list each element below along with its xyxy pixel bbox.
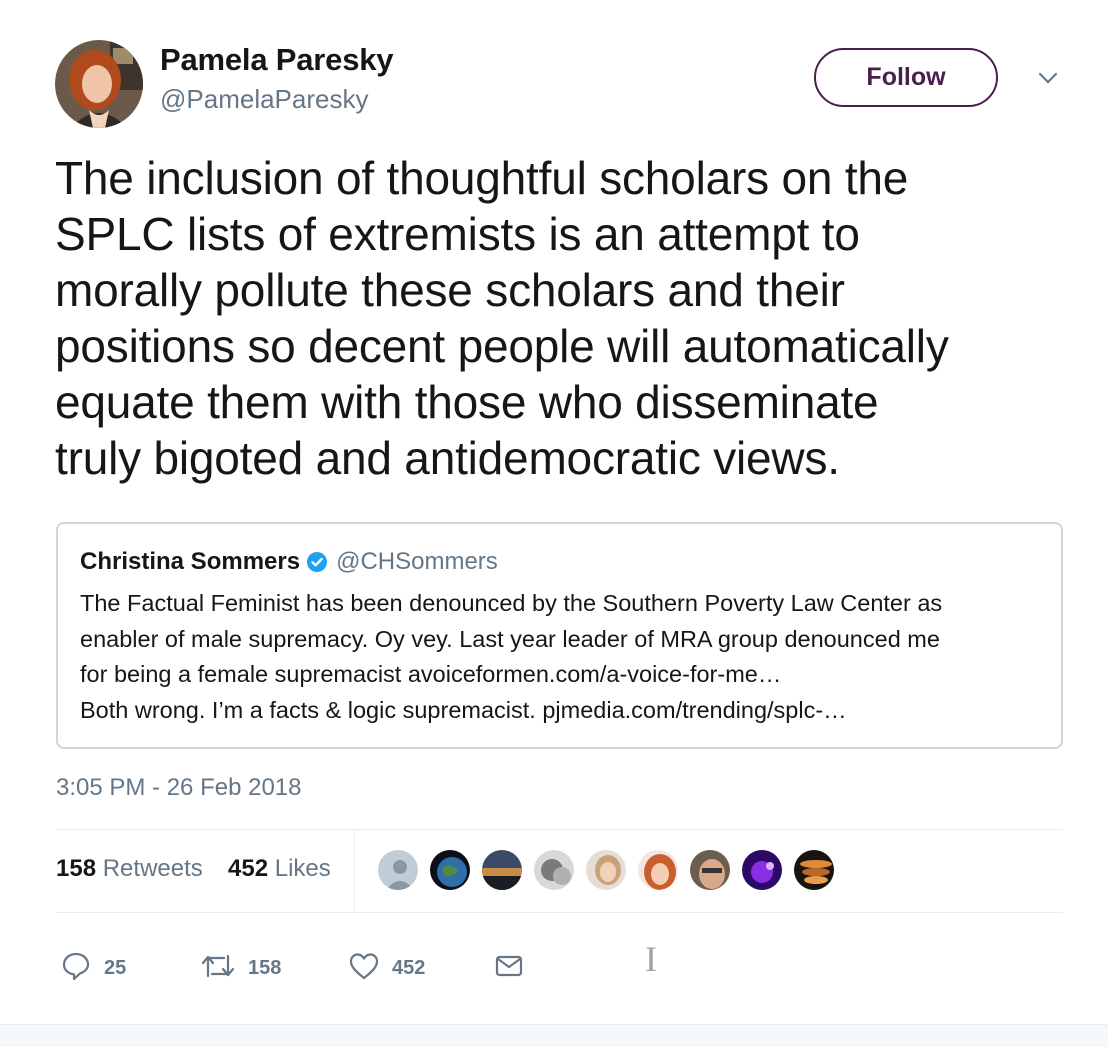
- quoted-author-name: Christina Sommers: [80, 548, 301, 575]
- mail-icon: [493, 950, 525, 987]
- likes-count: 452: [228, 855, 269, 882]
- stats-separator: [354, 830, 355, 912]
- quoted-text-line: The Factual Feminist has been denounced …: [80, 590, 943, 616]
- liker-avatar[interactable]: [636, 848, 680, 892]
- liker-avatar[interactable]: [376, 848, 420, 892]
- retweet-button[interactable]: 158: [200, 950, 281, 987]
- author-display-name[interactable]: Pamela Paresky: [160, 42, 394, 78]
- tweet-text: The inclusion of thoughtful scholars on …: [55, 150, 1085, 486]
- liker-avatar[interactable]: [584, 848, 628, 892]
- tweet-text-line: morally pollute these scholars and their: [55, 264, 845, 316]
- divider: [56, 829, 1063, 830]
- liker-avatar[interactable]: [688, 848, 732, 892]
- likes-label: Likes: [274, 855, 331, 882]
- quoted-tweet-header: Christina Sommers @CHSommers: [80, 548, 498, 576]
- tweet-text-line: truly bigoted and antidemocratic views.: [55, 432, 840, 484]
- liker-avatar[interactable]: [740, 848, 784, 892]
- reply-button[interactable]: 25: [60, 950, 126, 987]
- liker-avatar[interactable]: [792, 848, 836, 892]
- retweet-count: 158: [248, 957, 282, 979]
- like-count: 452: [392, 957, 426, 979]
- chevron-down-icon[interactable]: [1034, 68, 1062, 88]
- heart-icon: [348, 950, 380, 987]
- quoted-text-line: enabler of male supremacy. Oy vey. Last …: [80, 625, 940, 652]
- tweet-text-line: SPLC lists of extremists is an attempt t…: [55, 208, 860, 260]
- reply-count: 25: [104, 957, 127, 979]
- liker-avatar[interactable]: [428, 848, 472, 892]
- retweets-stat[interactable]: 158 Retweets: [56, 855, 203, 883]
- quoted-author-handle: @CHSommers: [336, 548, 498, 575]
- verified-badge-icon: [306, 551, 328, 573]
- follow-button[interactable]: Follow: [814, 48, 998, 107]
- tweet-text-line: positions so decent people will automati…: [55, 320, 949, 372]
- divider: [56, 912, 1063, 913]
- retweet-icon: [200, 950, 236, 987]
- reply-icon: [60, 950, 92, 987]
- retweets-count: 158: [56, 855, 97, 882]
- author-avatar[interactable]: [55, 40, 143, 128]
- retweets-label: Retweets: [102, 855, 203, 882]
- tweet-text-line: equate them with those who disseminate: [55, 376, 879, 428]
- tweet-timestamp[interactable]: 3:05 PM - 26 Feb 2018: [56, 774, 301, 802]
- tweet-text-line: The inclusion of thoughtful scholars on …: [55, 152, 909, 204]
- quoted-text-line: for being a female supremacist avoicefor…: [80, 661, 782, 687]
- text-cursor-icon: I: [645, 939, 657, 979]
- quoted-tweet-text: The Factual Feminist has been denounced …: [80, 586, 942, 728]
- liker-avatar[interactable]: [532, 848, 576, 892]
- quoted-text-line: Both wrong. I’m a facts & logic supremac…: [80, 696, 847, 723]
- direct-message-button[interactable]: [493, 950, 525, 987]
- liker-avatar[interactable]: [480, 848, 524, 892]
- bottom-band: [0, 1024, 1108, 1047]
- quoted-tweet-card[interactable]: Christina Sommers @CHSommers The Factual…: [56, 522, 1063, 749]
- likes-stat[interactable]: 452 Likes: [228, 855, 331, 883]
- author-handle[interactable]: @PamelaParesky: [160, 84, 368, 115]
- like-button[interactable]: 452: [348, 950, 425, 987]
